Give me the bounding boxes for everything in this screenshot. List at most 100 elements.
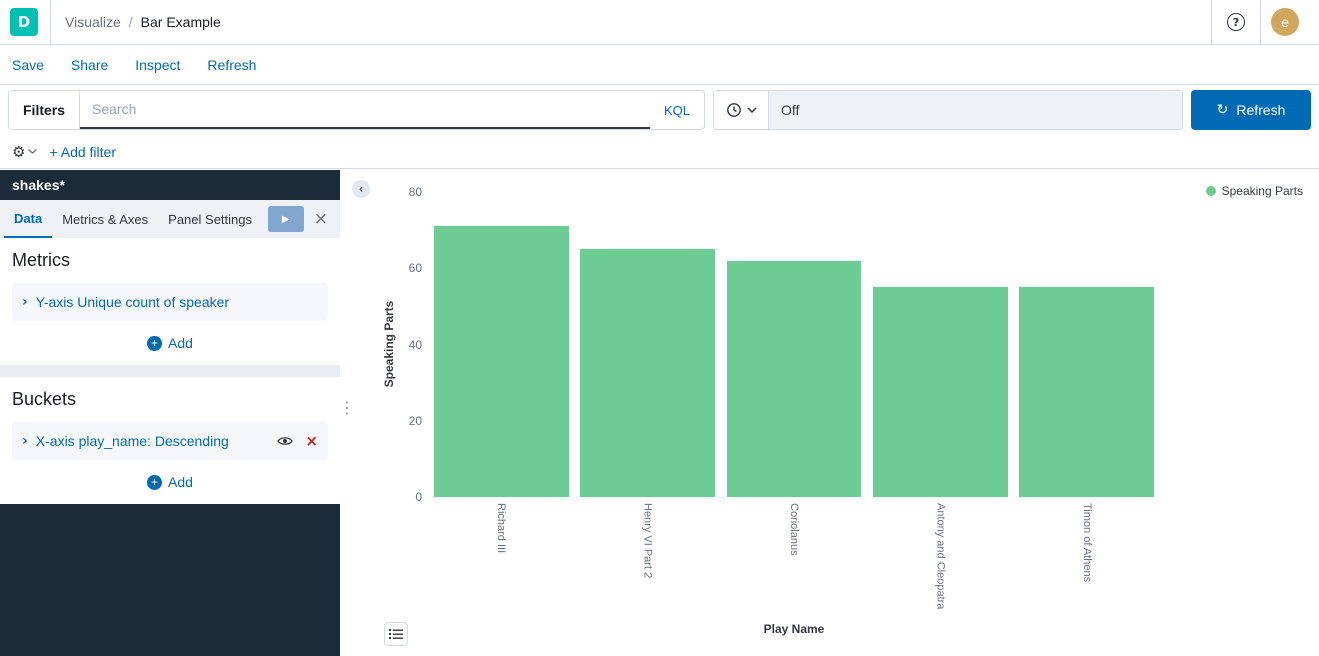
play-icon: ▶	[282, 214, 290, 225]
apply-changes-button[interactable]: ▶	[268, 206, 304, 232]
x-tick: Coriolanus	[721, 503, 867, 609]
logo-letter: D	[18, 13, 30, 31]
tab-data[interactable]: Data	[4, 200, 52, 238]
tab-metrics-axes[interactable]: Metrics & Axes	[52, 200, 158, 238]
x-tick: Timon of Athens	[1014, 503, 1160, 609]
kql-language-button[interactable]: KQL	[650, 91, 704, 129]
inspect-button[interactable]: Inspect	[135, 57, 180, 73]
tab-panel-settings[interactable]: Panel Settings	[158, 200, 262, 238]
bar-slot	[574, 192, 720, 497]
app-logo[interactable]: D	[10, 8, 38, 36]
x-tick: Henry VI Part 2	[574, 503, 720, 609]
list-icon	[389, 628, 403, 640]
filter-settings-button[interactable]: ⚙	[12, 143, 37, 161]
chart-bar[interactable]	[727, 261, 862, 497]
breadcrumb-visualize-link[interactable]: Visualize	[65, 14, 121, 30]
sidebar-cards: Metrics › Y-axis Unique count of speaker…	[0, 238, 340, 504]
refresh-link[interactable]: Refresh	[207, 57, 256, 73]
bar-plot	[428, 192, 1160, 497]
panel-resizer-handle[interactable]: ⋮	[339, 400, 355, 416]
chevron-left-icon: ‹	[359, 182, 364, 196]
avatar: e	[1271, 8, 1299, 36]
discard-changes-button[interactable]: ×	[314, 209, 328, 229]
y-tick-label: 80	[409, 185, 422, 199]
save-button[interactable]: Save	[12, 57, 44, 73]
chart-bar[interactable]	[1019, 287, 1154, 497]
clock-icon	[726, 102, 742, 118]
metric-y-axis-row[interactable]: › Y-axis Unique count of speaker	[12, 283, 328, 321]
bar-slot	[721, 192, 867, 497]
help-button[interactable]: ?	[1212, 0, 1260, 45]
search-input[interactable]	[90, 100, 640, 118]
collapse-sidebar-button[interactable]: ‹	[352, 180, 370, 198]
refresh-button[interactable]: ↻ Refresh	[1191, 90, 1311, 130]
metrics-panel: Metrics › Y-axis Unique count of speaker…	[0, 238, 340, 365]
legend-toggle-button[interactable]	[384, 622, 408, 646]
sidebar-tabs: Data Metrics & Axes Panel Settings ▶ ×	[0, 200, 340, 238]
x-tick-label: Richard III	[495, 503, 507, 609]
chevron-right-icon: ›	[22, 294, 28, 310]
x-tick: Richard III	[428, 503, 574, 609]
add-metric-button[interactable]: + Add	[12, 335, 328, 351]
caret-down-icon	[28, 149, 37, 154]
y-tick-label: 60	[409, 261, 422, 275]
autorefresh-field[interactable]: Off	[769, 90, 1183, 130]
buckets-title: Buckets	[12, 389, 328, 410]
refresh-button-label: Refresh	[1236, 102, 1285, 118]
bar-slot	[428, 192, 574, 497]
x-tick-label: Coriolanus	[788, 503, 800, 609]
app-window: D Visualize / Bar Example ? e Save Share…	[0, 0, 1319, 656]
vis-editor-sidebar: shakes* Data Metrics & Axes Panel Settin…	[0, 170, 340, 656]
chart-bar[interactable]	[434, 226, 569, 497]
chevron-down-icon	[747, 107, 757, 113]
metrics-title: Metrics	[12, 250, 328, 271]
filters-button[interactable]: Filters	[9, 91, 80, 129]
legend-swatch	[1206, 186, 1216, 196]
buckets-panel: Buckets › X-axis play_name: Descending ×…	[0, 377, 340, 504]
gear-icon: ⚙	[12, 143, 25, 161]
toggle-visibility-button[interactable]	[277, 435, 293, 447]
bucket-row-actions: ×	[277, 432, 318, 450]
chart-region: ‹ Speaking Parts Speaking Parts 02040608…	[340, 170, 1319, 656]
breadcrumb: Visualize / Bar Example	[65, 14, 221, 30]
user-menu-button[interactable]: e	[1261, 0, 1309, 45]
chart-bar[interactable]	[580, 249, 715, 497]
time-picker-button[interactable]	[713, 90, 769, 130]
add-filter-button[interactable]: + Add filter	[49, 144, 116, 160]
bucket-x-axis-row[interactable]: › X-axis play_name: Descending ×	[12, 422, 328, 460]
bar-slot	[867, 192, 1013, 497]
action-bar: Save Share Inspect Refresh	[0, 45, 1319, 85]
main-content: shakes* Data Metrics & Axes Panel Settin…	[0, 170, 1319, 656]
chevron-right-icon: ›	[22, 433, 28, 449]
remove-bucket-button[interactable]: ×	[305, 432, 318, 450]
bucket-agg-label: X-axis play_name: Descending	[36, 433, 229, 449]
search-group: Filters KQL	[8, 90, 705, 130]
legend-item[interactable]: Speaking Parts	[1206, 184, 1303, 198]
metric-agg-label: Y-axis Unique count of speaker	[36, 294, 229, 310]
time-picker-group: Off	[713, 90, 1183, 130]
x-tick-label: Timon of Athens	[1081, 503, 1093, 609]
top-bar: D Visualize / Bar Example ? e	[0, 0, 1319, 45]
x-axis-title: Play Name	[428, 622, 1160, 636]
topbar-right: ? e	[1211, 0, 1309, 45]
x-tick-label: Antony and Cleopatra	[934, 503, 946, 609]
plus-icon: +	[147, 336, 162, 351]
bar-slot	[1014, 192, 1160, 497]
legend-label: Speaking Parts	[1222, 184, 1303, 198]
add-metric-label: Add	[168, 335, 193, 351]
add-bucket-button[interactable]: + Add	[12, 474, 328, 490]
add-bucket-label: Add	[168, 474, 193, 490]
chart-bar[interactable]	[873, 287, 1008, 497]
refresh-icon: ↻	[1217, 102, 1229, 118]
page-title: Bar Example	[141, 14, 221, 30]
topbar-divider	[50, 0, 51, 44]
plus-icon: +	[147, 475, 162, 490]
filter-bar: ⚙ + Add filter	[0, 135, 1319, 169]
y-axis-ticks: 020406080	[394, 192, 422, 497]
search-input-wrap	[80, 91, 650, 129]
share-button[interactable]: Share	[71, 57, 108, 73]
index-pattern-label: shakes*	[0, 170, 340, 200]
x-tick-label: Henry VI Part 2	[642, 503, 654, 609]
x-axis-labels: Richard III Henry VI Part 2 Coriolanus Anto…	[428, 503, 1160, 609]
x-tick: Antony and Cleopatra	[867, 503, 1013, 609]
